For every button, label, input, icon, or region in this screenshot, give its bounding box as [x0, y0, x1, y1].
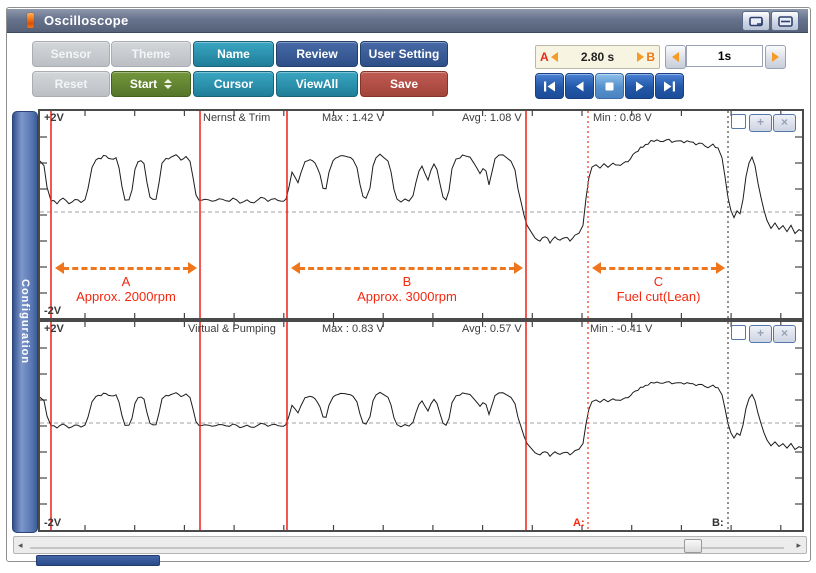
popout-window-button[interactable]	[742, 11, 770, 31]
title-bar[interactable]: Oscilloscope	[7, 9, 808, 33]
scope2-move-button[interactable]: +	[749, 325, 772, 343]
name-button[interactable]: Name	[193, 41, 274, 67]
step-back-button[interactable]	[565, 73, 594, 99]
close-icon: ×	[780, 115, 788, 129]
play-button[interactable]	[625, 73, 654, 99]
scope2-avg-readout: Avg : 0.57 V	[462, 323, 522, 335]
reset-button[interactable]: Reset	[32, 71, 110, 97]
move-icon: +	[756, 326, 764, 340]
annotation-description: Fuel cut(Lean)	[616, 289, 701, 304]
cursor-button[interactable]: Cursor	[193, 71, 274, 97]
cursor-b-label: B	[646, 50, 655, 64]
scope1-move-button[interactable]: +	[749, 114, 772, 132]
dashed-arrow-line	[299, 267, 515, 270]
arrow-right-icon	[716, 262, 725, 274]
annotation-description: Approx. 3000rpm	[357, 289, 457, 304]
timebase-decrease-button[interactable]	[665, 45, 686, 69]
scope-channel-1: +2V Nernst & Trim Max : 1.42 V Avg : 1.0…	[38, 109, 804, 320]
minimize-icon	[777, 15, 793, 27]
scope-channel-2: +2V Virtual & Pumping Max : 0.83 V Avg :…	[38, 320, 804, 532]
review-button[interactable]: Review	[276, 41, 358, 67]
scope2-channel-name: Virtual & Pumping	[188, 323, 276, 335]
annotation-c: C Fuel cut(Lean)	[592, 262, 725, 304]
annotation-letter: B	[402, 274, 412, 289]
ab-time-readout: A 2.80 s B	[535, 45, 660, 69]
configuration-tab[interactable]: Configuration	[12, 111, 38, 533]
waveform-trace	[40, 138, 802, 244]
annotation-letter: C	[653, 274, 664, 289]
scrollbar-left-arrow-icon[interactable]: ◂	[18, 540, 23, 551]
skip-last-button[interactable]	[655, 73, 684, 99]
save-button[interactable]: Save	[360, 71, 448, 97]
configuration-tab-label: Configuration	[19, 279, 31, 365]
scrollbar-right-arrow-icon[interactable]: ▸	[796, 540, 801, 551]
cursor-a-label: A	[540, 50, 549, 64]
waveform-trace	[40, 381, 802, 458]
right-arrow-icon	[772, 52, 779, 62]
arrow-right-icon	[514, 262, 523, 274]
oscilloscope-app: { "window": { "title": "Oscilloscope" },…	[0, 0, 816, 573]
a-marker-icon	[550, 52, 558, 62]
theme-button[interactable]: Theme	[111, 41, 191, 67]
stop-icon	[605, 82, 614, 90]
app-icon	[27, 13, 34, 28]
popout-icon	[748, 16, 763, 26]
scope1-avg-readout: Avg : 1.08 V	[462, 112, 522, 124]
ab-time-value: 2.80 s	[580, 50, 615, 64]
scope1-checkbox[interactable]	[731, 114, 746, 129]
window-title: Oscilloscope	[44, 13, 129, 28]
dashed-arrow-line	[600, 267, 717, 270]
scope1-top-voltage-label: +2V	[44, 112, 64, 124]
scope1-channel-name: Nernst & Trim	[203, 112, 271, 124]
dashed-arrow-line	[63, 267, 189, 270]
scope1-bottom-voltage-label: -2V	[44, 305, 62, 317]
skip-first-icon	[544, 81, 555, 91]
sensor-button[interactable]: Sensor	[32, 41, 110, 67]
play-icon	[636, 81, 644, 91]
start-button[interactable]: Start	[111, 71, 191, 97]
viewall-button[interactable]: ViewAll	[276, 71, 358, 97]
start-stepper-icon	[164, 79, 173, 89]
scope2-cursor-a-tag[interactable]: A:	[573, 517, 585, 529]
scope1-min-readout: Min : 0.08 V	[593, 112, 652, 124]
scope1-close-button[interactable]: ×	[773, 114, 796, 132]
arrow-right-icon	[188, 262, 197, 274]
annotation-description: Approx. 2000rpm	[76, 289, 176, 304]
minimize-window-button[interactable]	[771, 11, 799, 31]
scope1-max-readout: Max : 1.42 V	[322, 112, 384, 124]
user-setting-button[interactable]: User Setting	[360, 41, 448, 67]
scope2-top-voltage-label: +2V	[44, 323, 64, 335]
close-icon: ×	[780, 326, 788, 340]
scrollbar-thumb[interactable]	[684, 539, 702, 553]
annotation-letter: A	[121, 274, 131, 289]
timebase-input[interactable]	[686, 45, 763, 67]
stop-button[interactable]	[595, 73, 624, 99]
horizontal-scrollbar[interactable]: ◂ ▸	[13, 536, 807, 554]
scope2-checkbox[interactable]	[731, 325, 746, 340]
scope2-bottom-voltage-label: -2V	[44, 517, 62, 529]
annotation-a: A Approx. 2000rpm	[55, 262, 197, 304]
scope2-min-readout: Min : -0.41 V	[590, 323, 653, 335]
scope2-plot	[40, 322, 802, 530]
timebase-increase-button[interactable]	[765, 45, 786, 69]
scope2-close-button[interactable]: ×	[773, 325, 796, 343]
left-arrow-icon	[672, 52, 679, 62]
scope2-max-readout: Max : 0.83 V	[322, 323, 384, 335]
skip-first-button[interactable]	[535, 73, 564, 99]
scrollbar-groove	[30, 547, 784, 549]
move-icon: +	[756, 115, 764, 129]
step-back-icon	[576, 81, 584, 91]
bottom-tab-bar[interactable]	[36, 555, 160, 566]
scope2-cursor-b-tag[interactable]: B:	[712, 517, 724, 529]
skip-last-icon	[664, 81, 675, 91]
b-marker-icon	[637, 52, 645, 62]
annotation-b: B Approx. 3000rpm	[291, 262, 523, 304]
